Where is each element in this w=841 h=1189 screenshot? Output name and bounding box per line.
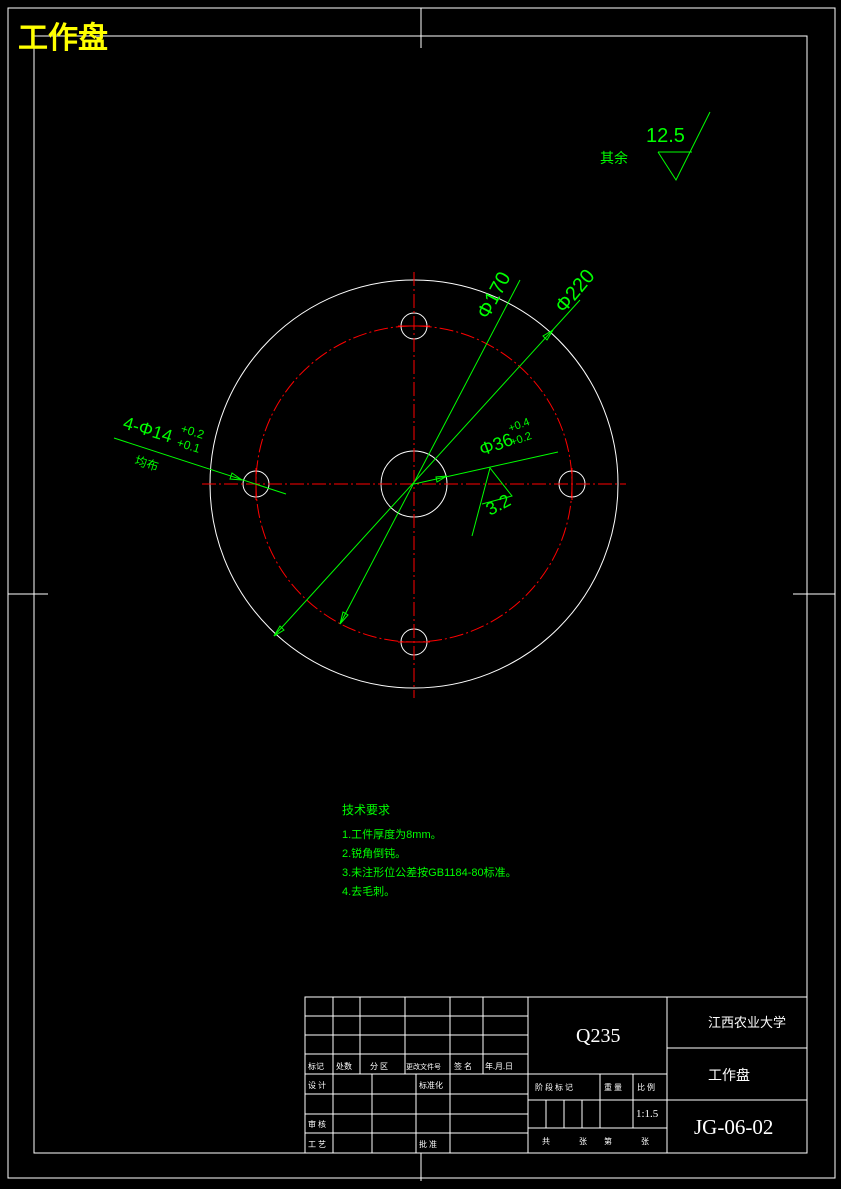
sheets-label: 张 — [579, 1137, 587, 1146]
drawing-title: 工作盘 — [18, 21, 108, 56]
rev-header-6: 年.月.日 — [485, 1061, 513, 1071]
rev-header-1: 标记 — [308, 1061, 324, 1071]
scale-value: 1:1.5 — [636, 1108, 659, 1120]
dim-d170-text: Φ170 — [473, 268, 516, 322]
roughness-value: 12.5 — [646, 125, 685, 147]
rev-header-5: 签 名 — [454, 1061, 472, 1071]
dim-holes-note: 均布 — [133, 453, 160, 473]
part-name: 工作盘 — [708, 1067, 750, 1084]
title-block: 标记 处数 分 区 更改文件号 签 名 年.月.日 设 计 标准化 审 核 工 … — [304, 996, 808, 1154]
tech-item-2: 2.锐角倒钝。 — [342, 846, 406, 860]
stage-label: 阶 段 标 记 — [535, 1082, 573, 1092]
roughness-symbol: 其余 12.5 — [600, 111, 711, 182]
approve-label: 批 准 — [419, 1139, 437, 1149]
dim-holes-text: 4-Φ14 — [121, 413, 175, 447]
material-text: Q235 — [576, 1025, 620, 1047]
rev-header-4: 更改文件号 — [406, 1062, 441, 1071]
sheet-no-label: 第 — [604, 1136, 612, 1146]
drawing-sheet: 工作盘 其余 12.5 Φ170 Φ220 4-Φ14 +0.2 +0.1 均布… — [7, 7, 836, 1181]
tech-heading: 技术要求 — [342, 803, 390, 817]
process-label: 工 艺 — [308, 1140, 326, 1149]
sheet-label: 张 — [641, 1137, 649, 1146]
weight-label: 重 量 — [604, 1082, 622, 1092]
review-label: 审 核 — [308, 1119, 326, 1129]
scale-label: 比 例 — [637, 1082, 655, 1092]
dim-d220-text: Φ220 — [551, 265, 600, 317]
school-name: 江西农业大学 — [708, 1015, 786, 1030]
inner-border — [33, 35, 808, 1154]
tech-item-3: 3.未注形位公差按GB1184-80标准。 — [342, 865, 517, 879]
tech-item-1: 1.工件厚度为8mm。 — [342, 827, 442, 841]
tech-requirements: 技术要求 1.工件厚度为8mm。 2.锐角倒钝。 3.未注形位公差按GB1184… — [342, 803, 517, 898]
standardize-label: 标准化 — [419, 1080, 443, 1090]
sheets-total-label: 共 — [542, 1137, 550, 1146]
outer-border — [7, 7, 836, 1179]
rev-header-3: 分 区 — [370, 1062, 388, 1071]
designer-label: 设 计 — [308, 1080, 326, 1090]
dimension-lines — [113, 279, 581, 637]
drawing-number: JG-06-02 — [694, 1115, 773, 1139]
roughness-prefix: 其余 — [600, 150, 628, 166]
rev-header-2: 处数 — [336, 1061, 352, 1071]
tech-item-4: 4.去毛刺。 — [342, 885, 395, 898]
bore-roughness-value: 3.2 — [482, 490, 513, 519]
dim-d220-line — [273, 299, 581, 637]
part-view — [202, 272, 626, 698]
